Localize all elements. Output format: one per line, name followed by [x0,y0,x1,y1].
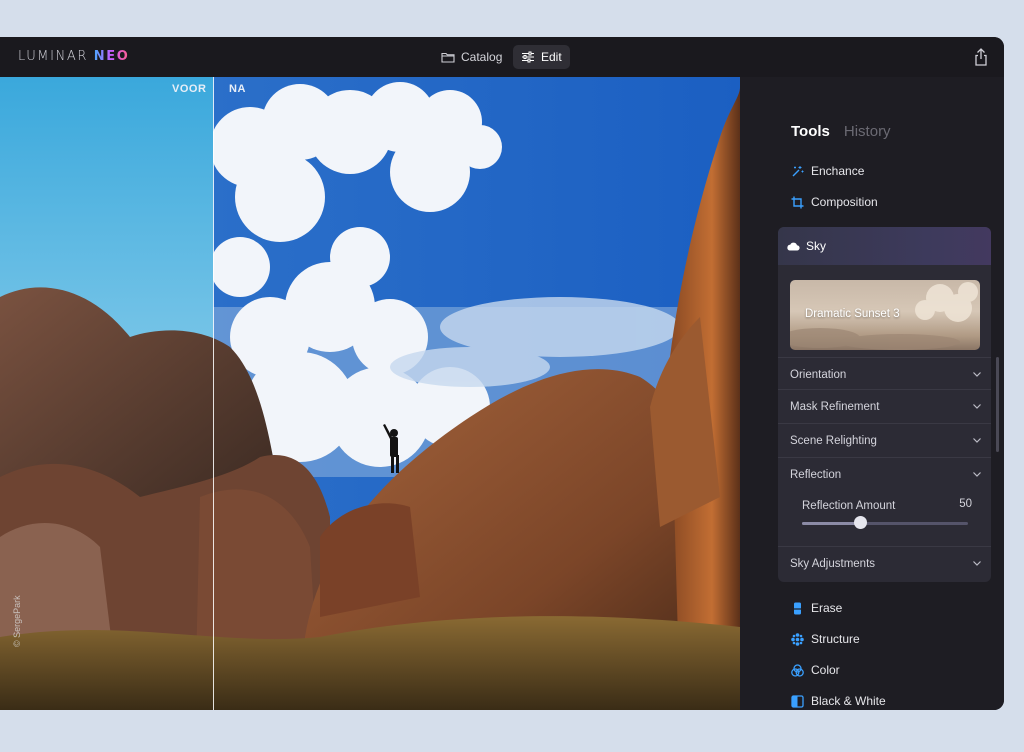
tools-panel: Tools History Enchance Composition Sky D… [740,77,1004,710]
tool-label: Black & White [811,694,886,708]
sparkle-icon [792,165,804,176]
tool-enchance[interactable]: Enchance [791,161,864,181]
section-scene-relighting[interactable]: Scene Relighting [778,423,991,457]
chevron-down-icon [973,561,981,566]
sky-tool-card: Sky Dramatic Sunset 3 Orientation Mask R… [778,227,991,582]
share-icon[interactable] [974,48,988,66]
tool-label: Erase [811,601,843,615]
tool-label: Color [811,663,840,677]
sliders-icon [522,51,534,63]
color-icon [791,663,804,677]
photo-canvas[interactable]: VOOR NA © SergePark [0,77,740,710]
catalog-label: Catalog [461,50,503,64]
tool-structure[interactable]: Structure [791,629,860,649]
section-mask-refinement[interactable]: Mask Refinement [778,389,991,423]
section-label: Mask Refinement [790,400,880,413]
top-bar: LUMINAR NEO Catalog Edit [0,37,1004,77]
tool-label: Composition [811,195,878,209]
chevron-down-icon [973,472,981,477]
tool-label: Enchance [811,164,865,178]
edit-tab[interactable]: Edit [513,45,570,69]
tool-black-white[interactable]: Black & White [791,691,886,710]
black-white-icon [791,694,804,708]
sky-header[interactable]: Sky [778,227,991,265]
slider-value: 50 [959,498,972,510]
section-reflection[interactable]: Reflection [778,457,991,491]
tool-color[interactable]: Color [791,660,840,680]
edit-label: Edit [541,50,562,64]
photo-image [0,77,740,710]
structure-icon [791,632,804,646]
sky-preset-thumbnail[interactable]: Dramatic Sunset 3 [790,280,980,350]
slider-label: Reflection Amount [802,500,896,512]
logo-text: LUMINAR [18,49,89,64]
cloud-icon [787,242,800,251]
chevron-down-icon [973,438,981,443]
after-label: NA [229,83,246,95]
tab-history[interactable]: History [844,123,891,140]
compare-divider[interactable] [213,77,214,710]
tool-erase[interactable]: Erase [791,598,842,618]
slider-thumb[interactable] [854,516,867,529]
section-label: Scene Relighting [790,434,877,447]
chevron-down-icon [973,404,981,409]
panel-scrollbar[interactable] [996,357,999,452]
panel-tabs: Tools History [791,123,891,140]
reflection-amount-slider[interactable]: Reflection Amount 50 [802,496,972,529]
slider-fill [802,522,860,525]
crop-icon [791,196,804,208]
section-orientation[interactable]: Orientation [778,357,991,391]
chevron-down-icon [973,372,981,377]
app-window: LUMINAR NEO Catalog Edit VOOR NA © Serge… [0,37,1004,710]
section-sky-adjustments[interactable]: Sky Adjustments [778,546,991,580]
logo-accent: NEO [93,49,130,64]
catalog-tab[interactable]: Catalog [433,45,510,69]
folder-icon [441,52,455,63]
tab-tools[interactable]: Tools [791,123,830,140]
eraser-icon [794,602,801,614]
sky-title: Sky [806,239,827,253]
section-label: Orientation [790,368,847,381]
app-logo: LUMINAR NEO [18,49,129,64]
photo-credit: © SergePark [12,595,22,647]
section-label: Reflection [790,468,842,481]
sky-preset-name: Dramatic Sunset 3 [805,308,900,320]
before-label: VOOR [172,83,207,95]
tool-composition[interactable]: Composition [791,192,878,212]
tool-label: Structure [811,632,860,646]
section-label: Sky Adjustments [790,557,876,570]
